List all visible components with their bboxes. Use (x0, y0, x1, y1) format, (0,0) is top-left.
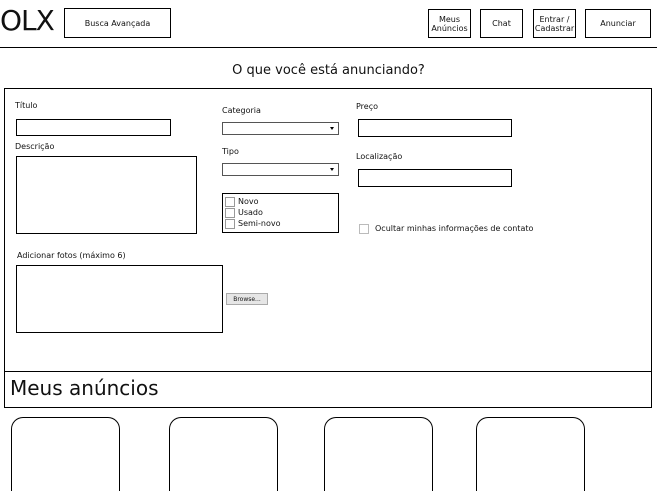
description-label: Descrição (15, 142, 55, 151)
advertise-button[interactable]: Anunciar (585, 9, 651, 38)
chevron-down-icon (330, 168, 334, 171)
photos-label: Adicionar fotos (máximo 6) (17, 251, 126, 260)
location-label: Localização (356, 152, 403, 161)
condition-option-used[interactable]: Usado (225, 207, 336, 218)
logo[interactable]: OLX (0, 4, 55, 38)
hide-contact-option[interactable]: Ocultar minhas informações de contato (359, 223, 533, 234)
location-input[interactable] (358, 169, 512, 187)
condition-option-new[interactable]: Novo (225, 196, 336, 207)
checkbox[interactable] (225, 196, 235, 207)
title-input[interactable] (16, 119, 171, 136)
header-divider (0, 47, 657, 48)
price-input[interactable] (358, 119, 512, 137)
category-select[interactable] (222, 122, 339, 135)
ad-card[interactable] (11, 417, 120, 491)
ad-card[interactable] (169, 417, 278, 491)
condition-label: Semi-novo (238, 219, 281, 228)
browse-button[interactable]: Browse... (226, 293, 268, 305)
chat-button[interactable]: Chat (480, 9, 523, 38)
condition-checkbox-group: Novo Usado Semi-novo (222, 193, 339, 233)
hide-contact-label: Ocultar minhas informações de contato (375, 224, 534, 233)
advanced-search-button[interactable]: Busca Avançada (64, 8, 171, 38)
ad-card[interactable] (476, 417, 585, 491)
condition-label: Novo (238, 197, 259, 206)
checkbox[interactable] (359, 223, 369, 234)
login-button[interactable]: Entrar / Cadastrar (533, 9, 576, 38)
title-label: Título (15, 101, 38, 110)
condition-label: Usado (238, 208, 263, 217)
form-heading: O que você está anunciando? (232, 63, 425, 78)
category-label: Categoria (222, 106, 261, 115)
checkbox[interactable] (225, 218, 235, 229)
condition-option-semi-new[interactable]: Semi-novo (225, 218, 336, 229)
ad-card[interactable] (324, 417, 433, 491)
type-label: Tipo (222, 147, 239, 156)
checkbox[interactable] (225, 207, 235, 218)
type-select[interactable] (222, 163, 339, 176)
my-ads-heading: Meus anúncios (10, 376, 159, 400)
chevron-down-icon (330, 127, 334, 130)
price-label: Preço (356, 102, 379, 111)
description-textarea[interactable] (16, 156, 197, 234)
photos-dropzone[interactable] (16, 265, 223, 333)
my-ads-button[interactable]: Meus Anúncios (428, 9, 471, 38)
